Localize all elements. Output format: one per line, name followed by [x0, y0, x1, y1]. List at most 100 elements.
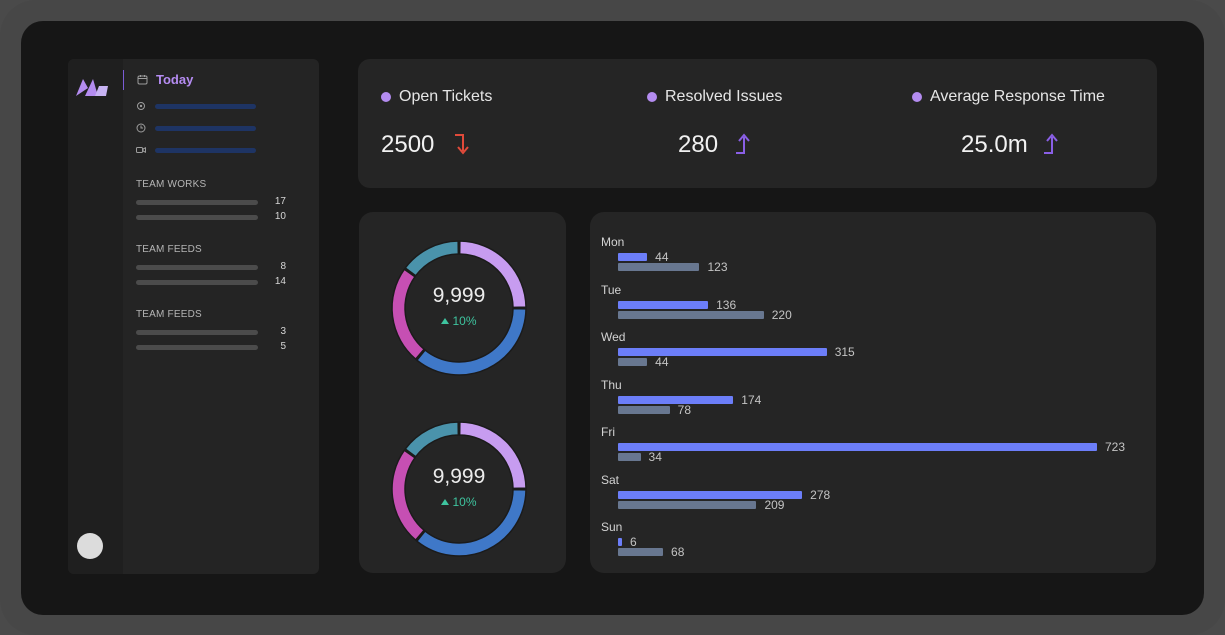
bar-value-label: 44 — [655, 355, 669, 369]
nav-item-2[interactable] — [136, 121, 316, 135]
bar-value-label: 136 — [716, 297, 737, 312]
sidebar: Today TEAM WORKS 17 10 TEAM FEEDS 8 14 T… — [68, 59, 319, 574]
bar-wed-series-2[interactable] — [618, 358, 648, 366]
section-title-team-feeds-2: TEAM FEEDS — [136, 309, 202, 320]
donut-segment-teal[interactable] — [404, 240, 460, 277]
stat-value: 10 — [274, 211, 286, 222]
kpi-resolved-issues[interactable]: Resolved Issues 280 — [647, 59, 867, 188]
day-label-sun: Sun — [601, 520, 623, 534]
bar-value-label: 278 — [810, 487, 831, 502]
bar-fri-series-1[interactable] — [618, 443, 1097, 451]
bar-value-label: 34 — [648, 450, 662, 464]
bar-sat-series-2[interactable] — [618, 500, 757, 509]
donut-card: 9,999 10% 9,999 10% — [359, 212, 566, 573]
donut-change: 10% — [383, 314, 535, 328]
nav-item-placeholder-bar — [155, 126, 256, 131]
clock-icon — [136, 123, 146, 133]
trend-down-icon — [455, 134, 469, 155]
icon-rail — [68, 59, 123, 574]
kpi-value: 25.0m — [961, 131, 1028, 158]
kpi-open-tickets[interactable]: Open Tickets 2500 — [381, 59, 601, 188]
kpi-value: 280 — [678, 131, 719, 158]
app-screen: Today TEAM WORKS 17 10 TEAM FEEDS 8 14 T… — [21, 21, 1204, 615]
bar-thu-series-1[interactable] — [618, 395, 734, 404]
donut-segment-teal[interactable] — [404, 421, 460, 458]
bar-value-label: 123 — [707, 260, 728, 274]
team-works-row[interactable]: 17 — [136, 196, 286, 208]
day-label-fri: Fri — [601, 425, 615, 439]
bar-mon-series-2[interactable] — [618, 263, 700, 271]
day-label-wed: Wed — [601, 330, 626, 344]
donut-chart-2[interactable]: 9,999 10% — [383, 413, 535, 565]
nav-item-placeholder-bar — [155, 148, 256, 153]
stat-bar — [136, 215, 258, 220]
section-title-team-works: TEAM WORKS — [136, 179, 207, 190]
nav-item-today[interactable]: Today — [123, 70, 314, 90]
donut-change: 10% — [383, 495, 535, 509]
stat-bar — [136, 345, 258, 350]
donut-change-value: 10% — [452, 314, 477, 328]
kpi-dot — [381, 92, 391, 102]
stat-value: 8 — [280, 261, 286, 272]
app-logo-icon[interactable] — [76, 76, 110, 98]
trend-up-icon — [736, 133, 750, 154]
donut-ring-1 — [391, 240, 527, 376]
day-label-tue: Tue — [601, 282, 622, 297]
day-label-sat: Sat — [601, 472, 620, 487]
kpi-label: Resolved Issues — [665, 88, 783, 105]
user-avatar[interactable] — [77, 533, 103, 559]
bar-fri-series-2[interactable] — [618, 453, 641, 461]
donut-value: 9,999 — [432, 284, 486, 307]
stat-bar — [136, 330, 258, 335]
stat-bar — [136, 280, 258, 285]
stat-value: 5 — [280, 341, 286, 352]
bar-value-label: 315 — [834, 345, 855, 359]
kpi-value: 2500 — [381, 131, 435, 158]
day-label-thu: Thu — [601, 377, 622, 392]
bar-value-label: 220 — [771, 307, 792, 322]
kpi-average-response-time[interactable]: Average Response Time 25.0m — [912, 59, 1152, 188]
donut-chart-1[interactable]: 9,999 10% — [383, 232, 535, 384]
bar-sun-series-2[interactable] — [618, 548, 664, 556]
bar-value-label: 174 — [741, 392, 762, 407]
device-frame: Today TEAM WORKS 17 10 TEAM FEEDS 8 14 T… — [0, 0, 1225, 635]
up-triangle-icon — [441, 499, 450, 505]
team-feeds-row[interactable]: 8 — [136, 261, 286, 273]
bar-value-label: 209 — [764, 497, 785, 512]
bar-thu-series-2[interactable] — [618, 405, 670, 414]
bar-value-label: 6 — [629, 535, 637, 549]
weekly-bar-chart: Mon 44 123 Tue 136 220 Wed 315 44 Thu 174 78 Fri 723 3… — [590, 212, 1156, 573]
kpi-dot — [647, 92, 657, 102]
nav-item-3[interactable] — [136, 143, 316, 157]
day-label-mon: Mon — [601, 235, 625, 249]
stat-value: 14 — [274, 276, 286, 287]
bar-value-label: 44 — [655, 250, 669, 264]
donut-change-value: 10% — [452, 495, 477, 509]
donut-value: 9,999 — [432, 465, 486, 488]
team-feeds-row[interactable]: 14 — [136, 276, 286, 288]
team-feeds-row[interactable]: 3 — [136, 326, 286, 338]
calendar-icon — [137, 75, 148, 85]
bar-value-label: 68 — [671, 545, 685, 559]
gear-icon — [137, 102, 145, 110]
donut-ring-2 — [391, 421, 527, 557]
team-works-row[interactable]: 10 — [136, 211, 286, 223]
bar-mon-series-1[interactable] — [618, 253, 648, 261]
team-feeds-row[interactable]: 5 — [136, 341, 286, 353]
bar-value-label: 78 — [677, 402, 692, 417]
kpi-label: Open Tickets — [399, 88, 493, 105]
kpi-label: Average Response Time — [930, 88, 1105, 105]
nav-item-1[interactable] — [136, 99, 316, 113]
bar-wed-series-1[interactable] — [618, 348, 827, 356]
up-triangle-icon — [441, 318, 450, 324]
bar-tue-series-1[interactable] — [618, 300, 709, 309]
stat-value: 17 — [274, 196, 286, 207]
kpi-dot — [912, 92, 922, 102]
stat-bar — [136, 200, 258, 205]
bar-tue-series-2[interactable] — [618, 310, 764, 319]
trend-up-icon — [1044, 133, 1058, 154]
nav-item-today-label: Today — [156, 72, 194, 87]
stat-bar — [136, 265, 258, 270]
bar-sun-series-1[interactable] — [618, 538, 622, 546]
nav-item-placeholder-bar — [155, 104, 256, 109]
